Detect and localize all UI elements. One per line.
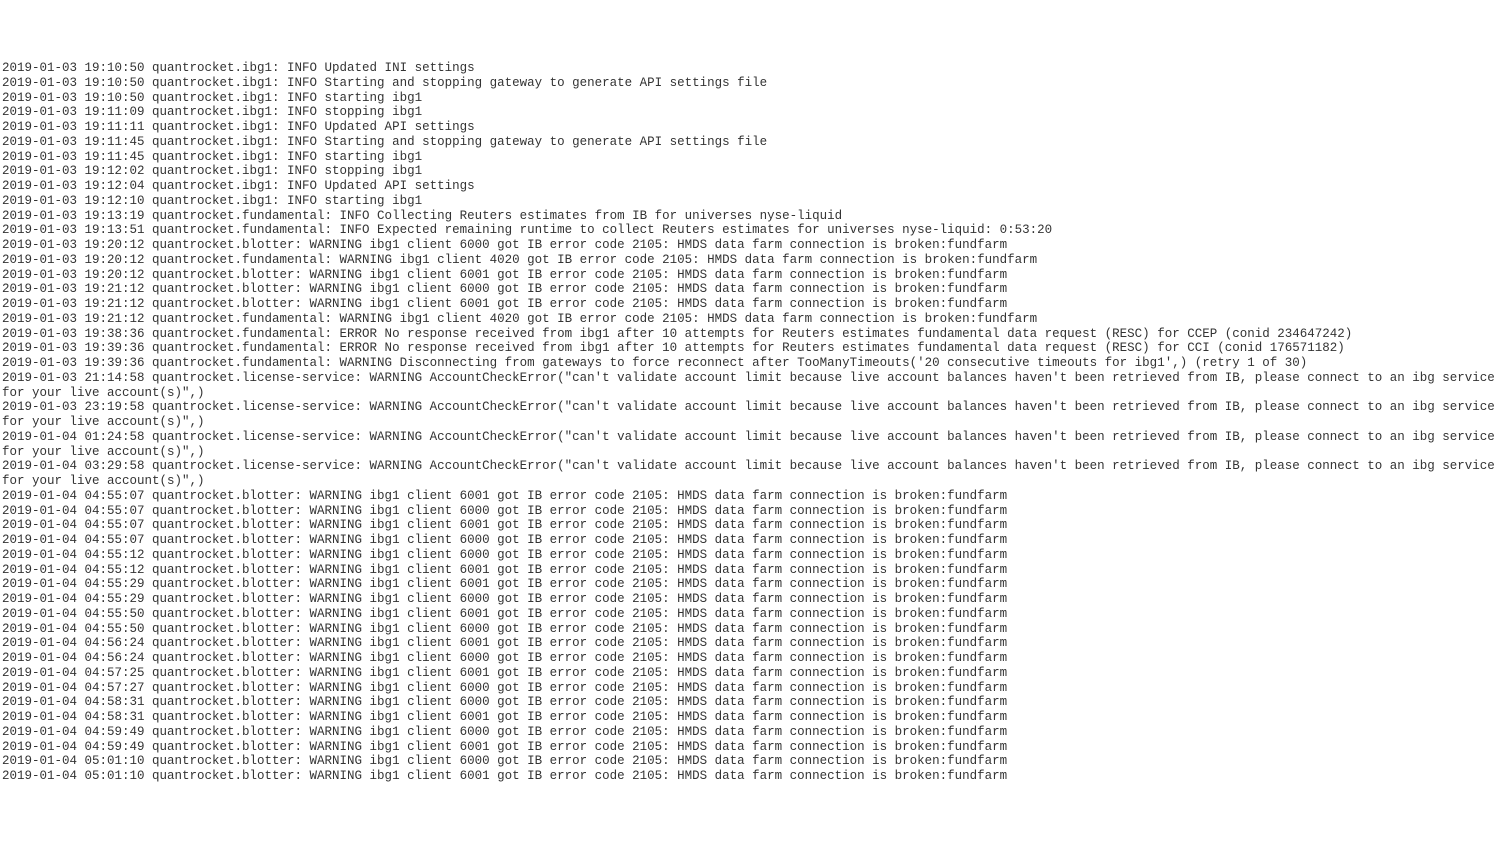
log-line: 2019-01-04 04:57:25 quantrocket.blotter:… — [2, 666, 1500, 681]
log-line: 2019-01-03 19:39:36 quantrocket.fundamen… — [2, 341, 1500, 356]
log-line: 2019-01-04 03:29:58 quantrocket.license-… — [2, 459, 1500, 489]
log-line: 2019-01-03 19:20:12 quantrocket.blotter:… — [2, 268, 1500, 283]
log-line: 2019-01-04 05:01:10 quantrocket.blotter:… — [2, 769, 1500, 784]
log-line: 2019-01-03 19:10:50 quantrocket.ibg1: IN… — [2, 91, 1500, 106]
log-line: 2019-01-03 19:38:36 quantrocket.fundamen… — [2, 327, 1500, 342]
log-line: 2019-01-03 19:21:12 quantrocket.blotter:… — [2, 297, 1500, 312]
log-line: 2019-01-04 04:55:29 quantrocket.blotter:… — [2, 592, 1500, 607]
log-line: 2019-01-04 04:55:50 quantrocket.blotter:… — [2, 607, 1500, 622]
log-line: 2019-01-04 04:55:07 quantrocket.blotter:… — [2, 518, 1500, 533]
log-output: 2019-01-03 19:10:50 quantrocket.ibg1: IN… — [2, 61, 1500, 784]
log-line: 2019-01-03 21:14:58 quantrocket.license-… — [2, 371, 1500, 401]
log-line: 2019-01-03 19:13:19 quantrocket.fundamen… — [2, 209, 1500, 224]
log-line: 2019-01-03 19:12:10 quantrocket.ibg1: IN… — [2, 194, 1500, 209]
log-line: 2019-01-03 19:20:12 quantrocket.blotter:… — [2, 238, 1500, 253]
log-line: 2019-01-04 04:58:31 quantrocket.blotter:… — [2, 695, 1500, 710]
log-line: 2019-01-03 19:11:11 quantrocket.ibg1: IN… — [2, 120, 1500, 135]
log-line: 2019-01-04 01:24:58 quantrocket.license-… — [2, 430, 1500, 460]
log-line: 2019-01-04 04:55:07 quantrocket.blotter:… — [2, 504, 1500, 519]
log-line: 2019-01-04 04:55:29 quantrocket.blotter:… — [2, 577, 1500, 592]
log-line: 2019-01-03 19:39:36 quantrocket.fundamen… — [2, 356, 1500, 371]
log-line: 2019-01-03 19:11:45 quantrocket.ibg1: IN… — [2, 135, 1500, 150]
log-line: 2019-01-03 19:21:12 quantrocket.fundamen… — [2, 312, 1500, 327]
log-line: 2019-01-03 19:12:02 quantrocket.ibg1: IN… — [2, 164, 1500, 179]
log-line: 2019-01-03 19:10:50 quantrocket.ibg1: IN… — [2, 61, 1500, 76]
log-line: 2019-01-04 04:55:12 quantrocket.blotter:… — [2, 563, 1500, 578]
log-line: 2019-01-04 04:58:31 quantrocket.blotter:… — [2, 710, 1500, 725]
log-line: 2019-01-04 04:56:24 quantrocket.blotter:… — [2, 636, 1500, 651]
log-line: 2019-01-04 04:55:50 quantrocket.blotter:… — [2, 622, 1500, 637]
log-line: 2019-01-04 04:59:49 quantrocket.blotter:… — [2, 725, 1500, 740]
log-line: 2019-01-03 19:12:04 quantrocket.ibg1: IN… — [2, 179, 1500, 194]
log-line: 2019-01-03 23:19:58 quantrocket.license-… — [2, 400, 1500, 430]
log-line: 2019-01-03 19:13:51 quantrocket.fundamen… — [2, 223, 1500, 238]
log-line: 2019-01-03 19:10:50 quantrocket.ibg1: IN… — [2, 76, 1500, 91]
log-line: 2019-01-04 04:57:27 quantrocket.blotter:… — [2, 681, 1500, 696]
log-line: 2019-01-04 04:56:24 quantrocket.blotter:… — [2, 651, 1500, 666]
log-line: 2019-01-04 04:55:07 quantrocket.blotter:… — [2, 489, 1500, 504]
log-line: 2019-01-03 19:11:09 quantrocket.ibg1: IN… — [2, 105, 1500, 120]
log-line: 2019-01-04 04:59:49 quantrocket.blotter:… — [2, 740, 1500, 755]
log-line: 2019-01-04 04:55:07 quantrocket.blotter:… — [2, 533, 1500, 548]
log-line: 2019-01-04 05:01:10 quantrocket.blotter:… — [2, 754, 1500, 769]
log-line: 2019-01-04 04:55:12 quantrocket.blotter:… — [2, 548, 1500, 563]
log-line: 2019-01-03 19:20:12 quantrocket.fundamen… — [2, 253, 1500, 268]
log-line: 2019-01-03 19:21:12 quantrocket.blotter:… — [2, 282, 1500, 297]
log-line: 2019-01-03 19:11:45 quantrocket.ibg1: IN… — [2, 150, 1500, 165]
